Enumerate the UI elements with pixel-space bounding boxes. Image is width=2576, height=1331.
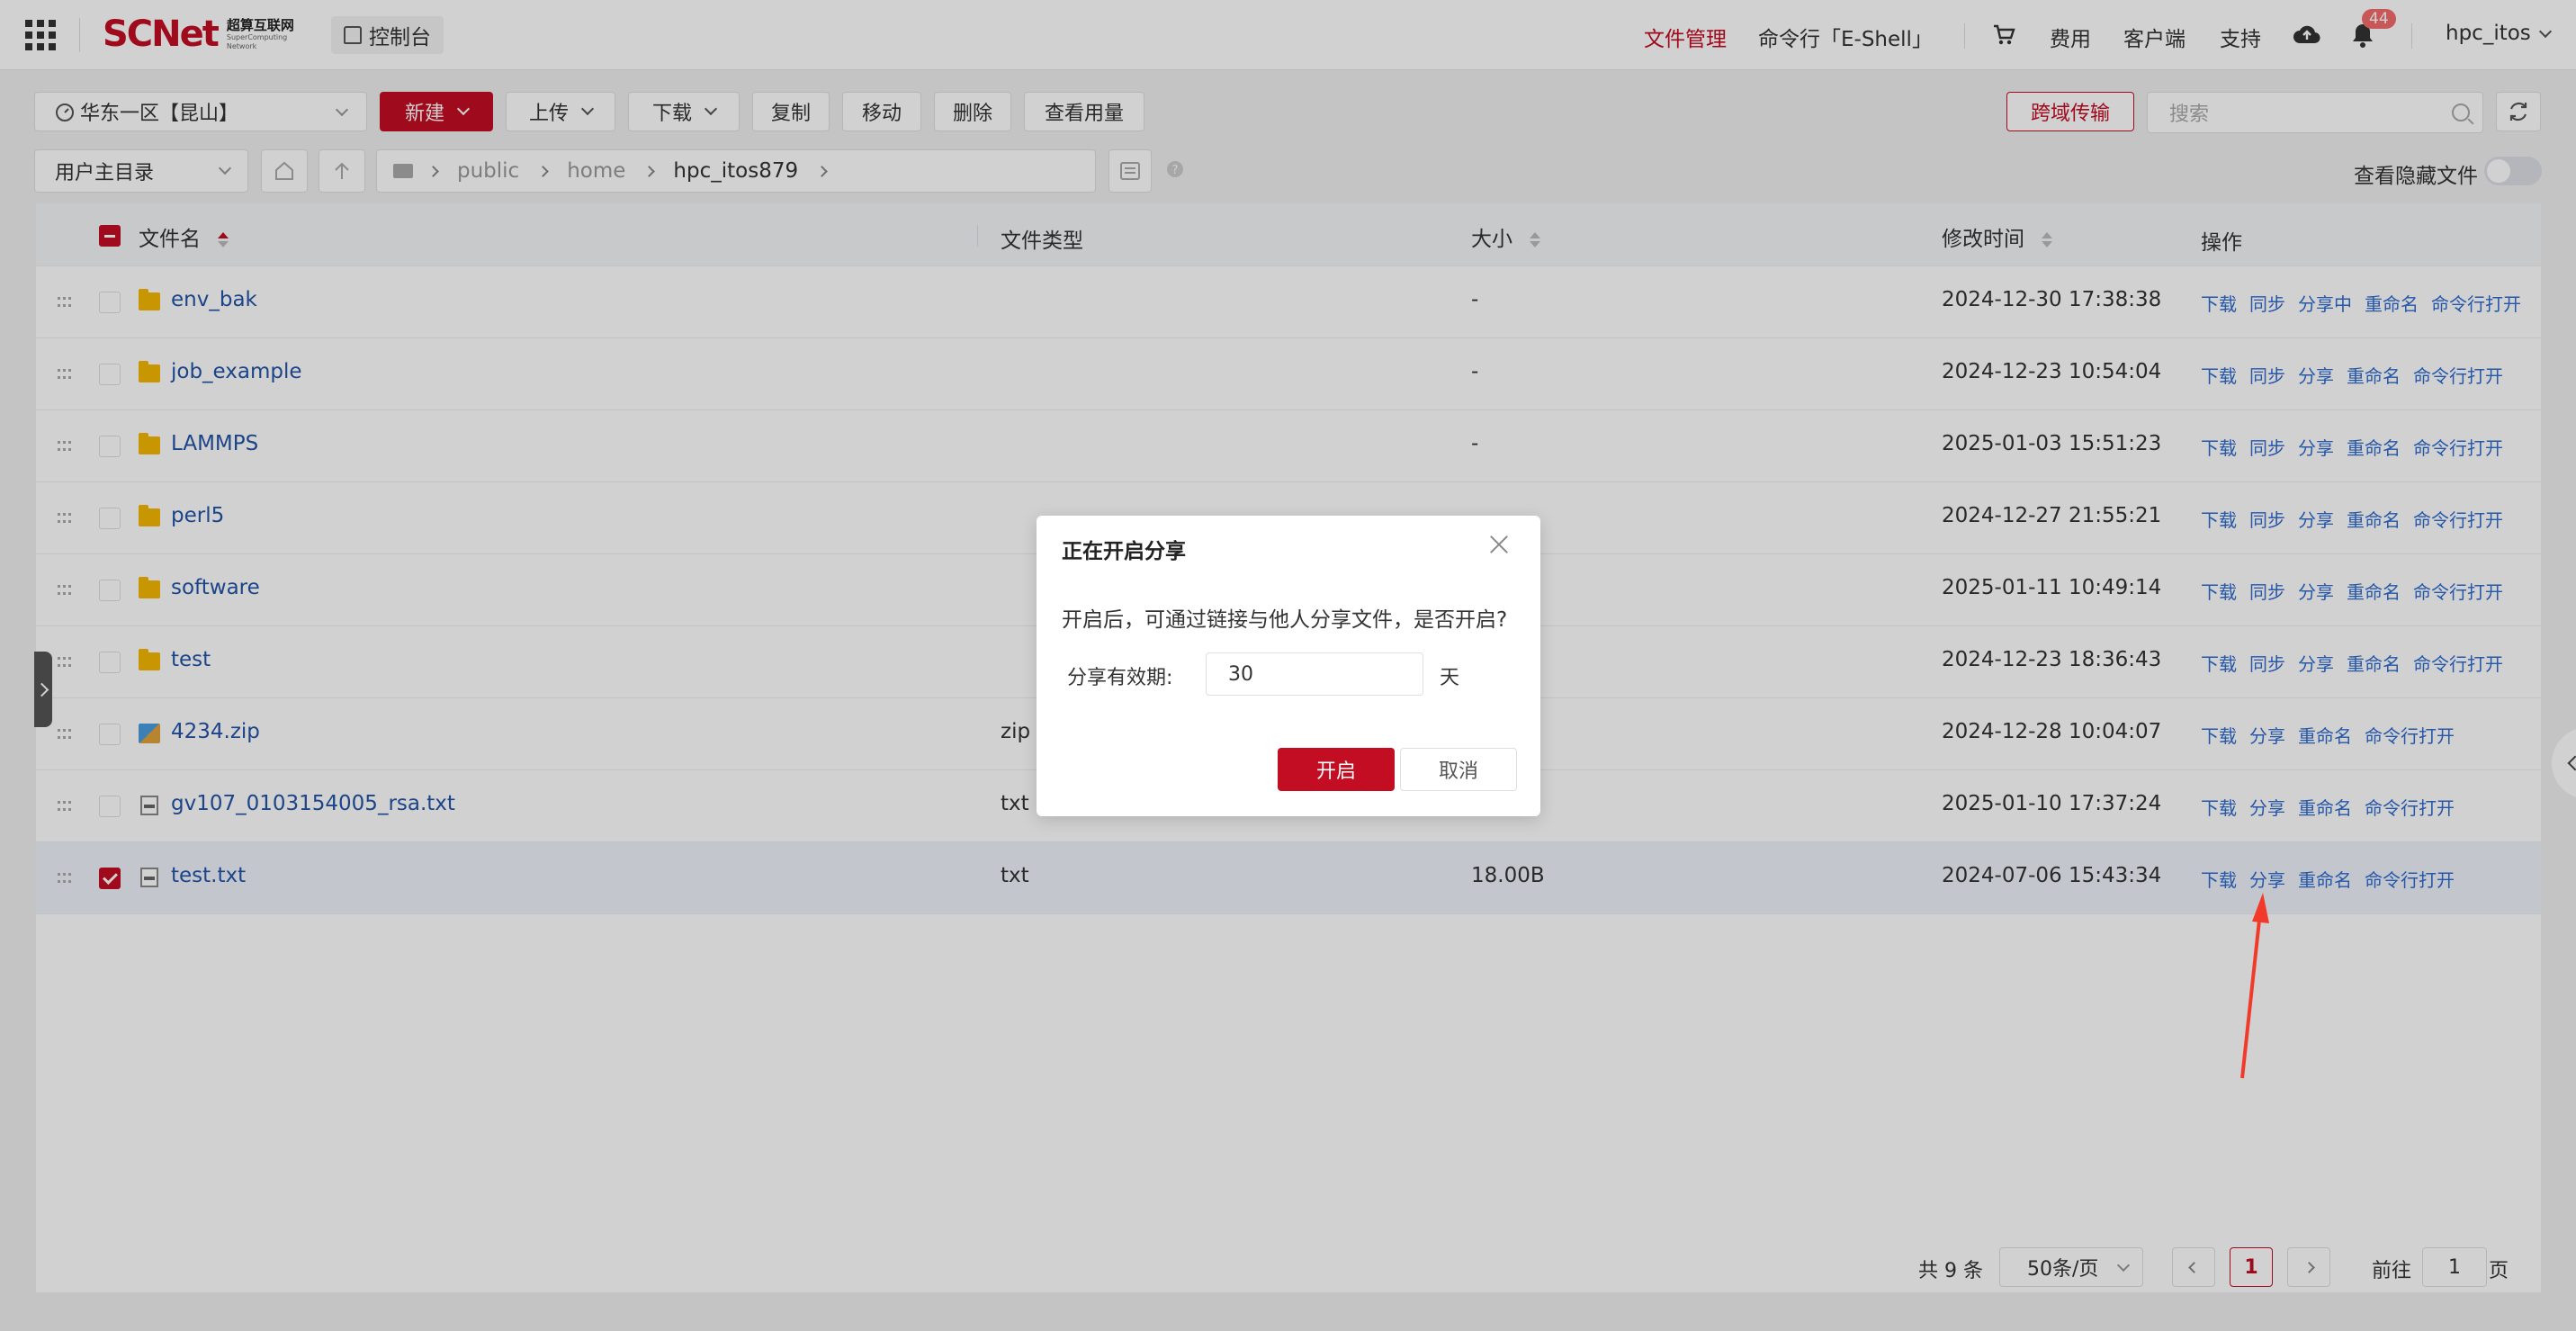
share-validity-unit: 天 <box>1440 667 1460 689</box>
cancel-button[interactable]: 取消 <box>1400 748 1517 791</box>
dialog-message: 开启后，可通过链接与他人分享文件，是否开启? <box>1062 608 1508 632</box>
share-dialog: 正在开启分享 开启后，可通过链接与他人分享文件，是否开启? 分享有效期: 天 开… <box>1037 516 1540 816</box>
dialog-title: 正在开启分享 <box>1062 540 1186 563</box>
share-validity-label: 分享有效期: <box>1067 667 1173 689</box>
share-validity-input[interactable] <box>1206 652 1423 696</box>
close-icon[interactable] <box>1486 532 1512 557</box>
enable-share-button[interactable]: 开启 <box>1278 748 1395 791</box>
